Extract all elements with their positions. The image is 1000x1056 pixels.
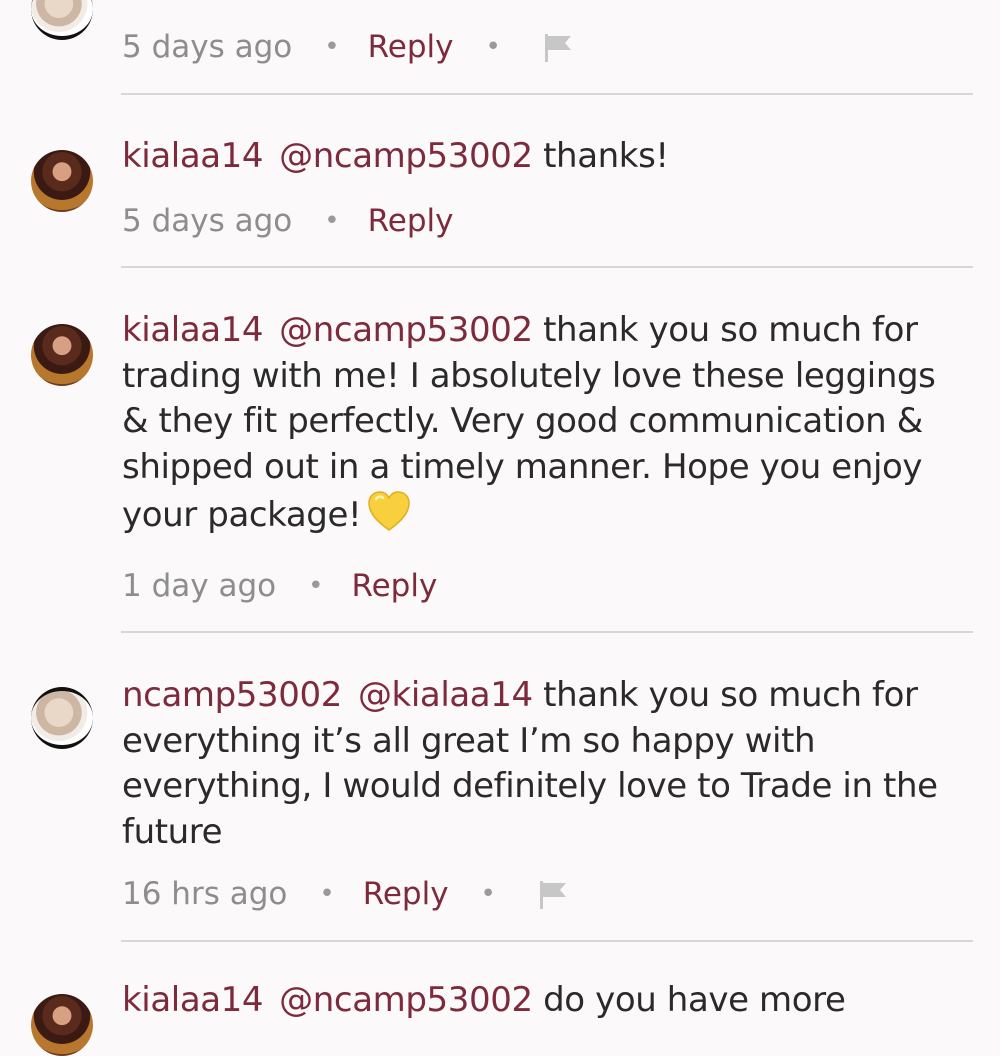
comment-text-line: everything, I would definitely love to T… bbox=[122, 766, 938, 806]
comment-mention[interactable]: @ncamp53002 bbox=[279, 310, 533, 350]
comment-text-line: everything it’s all great I’m so happy w… bbox=[122, 720, 816, 761]
comment-text-line: thanks! bbox=[543, 136, 669, 176]
avatar[interactable] bbox=[31, 324, 93, 386]
comment-time: 1 day ago bbox=[122, 568, 277, 604]
comment-text: your package! bbox=[122, 490, 970, 539]
comment-text: kialaa14 @ncamp53002 thank you so much fo… bbox=[122, 308, 970, 354]
yellow-heart-icon bbox=[368, 491, 410, 531]
comment-divider bbox=[121, 631, 973, 633]
comment-divider bbox=[121, 93, 973, 95]
reply-button[interactable]: Reply bbox=[368, 203, 454, 239]
comment-mention[interactable]: @ncamp53002 bbox=[279, 980, 533, 1020]
comment-time: 5 days ago bbox=[122, 203, 293, 239]
comment-text-line: shipped out in a timely manner. Hope you… bbox=[122, 446, 923, 487]
comment-mention[interactable]: @ncamp53002 bbox=[279, 136, 533, 176]
comment-username[interactable]: ncamp53002 bbox=[122, 675, 342, 715]
comment-time: 5 days ago bbox=[122, 29, 293, 65]
reply-button[interactable]: Reply bbox=[368, 29, 454, 65]
comment-text-line: your package! bbox=[122, 495, 362, 535]
avatar[interactable] bbox=[31, 994, 93, 1056]
comment-meta: 16 hrs ago • Reply • bbox=[122, 874, 570, 914]
separator-dot: • bbox=[308, 571, 324, 601]
comment-username[interactable]: kialaa14 bbox=[122, 980, 264, 1020]
comment-text: kialaa14 @ncamp53002 do you have more bbox=[122, 978, 970, 1024]
comment-text-line: trading with me! I absolutely love these… bbox=[122, 355, 936, 396]
comment-meta: 5 days ago • Reply • bbox=[122, 27, 575, 67]
comment-text-line: thank you so much for bbox=[543, 675, 918, 715]
separator-dot: • bbox=[324, 32, 340, 62]
comment-text-line: future bbox=[122, 811, 223, 852]
reply-button[interactable]: Reply bbox=[363, 876, 449, 912]
comment-text-line: do you have more bbox=[543, 980, 846, 1020]
avatar[interactable] bbox=[31, 0, 93, 40]
comment-username[interactable]: kialaa14 bbox=[122, 310, 264, 350]
flag-icon[interactable] bbox=[541, 30, 575, 64]
separator-dot: • bbox=[485, 32, 501, 62]
comment-mention[interactable]: @kialaa14 bbox=[358, 675, 533, 715]
reply-button[interactable]: Reply bbox=[351, 568, 437, 604]
comment-meta: 5 days ago • Reply bbox=[122, 201, 453, 241]
comment-divider bbox=[121, 266, 973, 268]
separator-dot: • bbox=[324, 206, 340, 236]
comment-text-line: thank you so much for bbox=[543, 310, 918, 350]
comment-meta: 1 day ago • Reply bbox=[122, 566, 437, 606]
avatar[interactable] bbox=[31, 150, 93, 212]
comment-text: kialaa14 @ncamp53002 thanks! bbox=[122, 134, 970, 180]
flag-icon[interactable] bbox=[536, 877, 570, 911]
separator-dot: • bbox=[319, 879, 335, 909]
comment-username[interactable]: kialaa14 bbox=[122, 136, 264, 176]
comment-text: ncamp53002 @kialaa14 thank you so much fo… bbox=[122, 673, 970, 719]
comment-text-line: & they fit perfectly. Very good communic… bbox=[122, 401, 923, 441]
comment-divider bbox=[121, 940, 973, 942]
avatar[interactable] bbox=[31, 687, 93, 749]
separator-dot: • bbox=[480, 879, 496, 909]
comment-time: 16 hrs ago bbox=[122, 876, 288, 912]
